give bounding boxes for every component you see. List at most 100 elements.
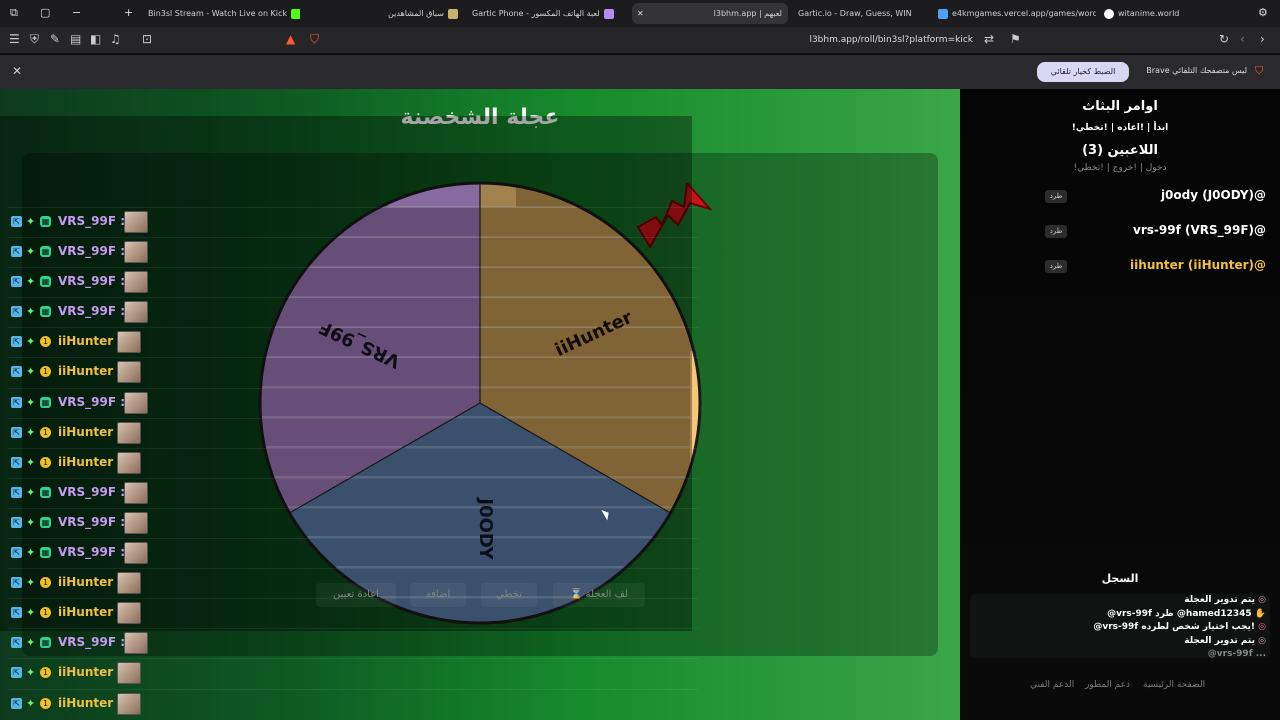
chat-row: ⇱ ✦ ▦ VRS_99F :	[8, 237, 698, 267]
moderator-badge-icon: ⇱	[11, 216, 22, 227]
reader-icon[interactable]: ▤	[70, 32, 81, 46]
gift-badge-icon: 1	[40, 366, 51, 378]
log-box[interactable]: يتم تدوير العجلة ◎ @vrs-99f طرد @hamed12…	[970, 594, 1270, 658]
log-entry: @vrs-99f يجب اختيار شخص لطرده! ◎	[1093, 622, 1266, 632]
moderator-badge-icon: ⇱	[11, 637, 22, 649]
infobar-message: Brave ليس متصفحك التلقائي	[1146, 66, 1247, 75]
e4km-favicon-icon	[938, 8, 948, 19]
tab-label: l3bhm.app | لعبهم	[713, 9, 782, 18]
brave-shield-icon[interactable]: ⛉	[310, 32, 319, 47]
sparkle-badge-icon: ✦	[26, 636, 36, 650]
log-entry: يتم تدوير العجلة ◎	[1184, 635, 1266, 646]
commands-list: !ابدأ | !اعاده | !تخطي	[1071, 123, 1169, 133]
sparkle-badge-icon: ✦	[26, 275, 36, 289]
forward-icon[interactable]: ›	[1260, 32, 1265, 46]
avatar	[124, 632, 148, 655]
sparkle-badge-icon: ✦	[26, 395, 36, 409]
chat-username: iiHunter :	[58, 364, 123, 379]
tab-restore-icon[interactable]: ▢	[40, 6, 50, 20]
home-link[interactable]: الصفحة الرئيسية	[1143, 680, 1205, 690]
kick-player-button[interactable]: طرد	[1045, 190, 1067, 203]
hamburger-menu-icon[interactable]: ☰	[9, 32, 20, 46]
player-row: طرد vrs-99f (VRS_99F)@	[1040, 221, 1266, 241]
sparkle-badge-icon: ✦	[26, 455, 36, 469]
browser-menu-icon[interactable]: ⚙	[1258, 6, 1268, 20]
gift-badge-icon: 1	[40, 577, 51, 589]
tab-manager-icon[interactable]: ⧉	[10, 6, 18, 20]
sparkle-badge-icon: ✦	[26, 606, 36, 620]
reload-icon[interactable]: ↻	[1219, 32, 1229, 46]
avatar	[124, 241, 148, 264]
sparkle-badge-icon: ✦	[26, 335, 36, 349]
tab-witanime[interactable]: witanime.world	[1092, 3, 1192, 24]
sub-badge-icon: ▦	[40, 516, 51, 528]
minimize-icon[interactable]: −	[72, 6, 81, 20]
chat-username: VRS_99F :	[58, 244, 126, 259]
moderator-badge-icon: ⇱	[11, 697, 22, 709]
moderator-badge-icon: ⇱	[11, 607, 22, 619]
reset-button[interactable]: اعادة تعيين	[316, 583, 396, 607]
tab-viewers-race[interactable]: سباق المشاهدين	[380, 3, 460, 24]
tab-e4kmgames[interactable]: e4kmgames.vercel.app/games/word	[926, 3, 1096, 24]
chat-username: VRS_99F :	[58, 514, 126, 529]
chat-username: VRS_99F :	[58, 394, 126, 409]
tab-l3bhm-active[interactable]: ✕ l3bhm.app | لعبهم	[632, 3, 788, 24]
kick-player-button[interactable]: طرد	[1045, 260, 1067, 273]
moderator-badge-icon: ⇱	[11, 246, 22, 258]
sparkle-badge-icon: ✦	[26, 696, 36, 710]
avatar	[124, 301, 148, 324]
tech-support-link[interactable]: الدعم الفني	[1030, 680, 1074, 690]
skip-button[interactable]: تخطي	[481, 583, 537, 607]
add-button[interactable]: اضافه	[410, 583, 466, 607]
close-tab-icon[interactable]: ✕	[637, 3, 644, 24]
rewards-icon[interactable]: ▲	[286, 32, 295, 46]
support-developer-link[interactable]: دعم المطور	[1085, 680, 1130, 690]
sidebar-icon[interactable]: ◧	[90, 32, 101, 46]
back-icon[interactable]: ‹	[1240, 32, 1245, 46]
tab-gartic-phone[interactable]: Gartic Phone - لعبة الهاتف المكسور	[464, 3, 628, 24]
moderator-badge-icon: ⇱	[11, 486, 22, 498]
address-toolbar: ☰ ⛨ ✎ ▤ ◧ ♫ ⊡ ▲ ⛉ l3bhm.app/roll/bin3sl?…	[0, 27, 1280, 54]
close-infobar-icon[interactable]: ✕	[12, 64, 22, 78]
url-field[interactable]: l3bhm.app/roll/bin3sl?platform=kick	[330, 30, 1003, 51]
sparkle-badge-icon: ✦	[26, 245, 36, 259]
bookmark-icon[interactable]: ⚑	[1010, 32, 1021, 46]
spin-wheel-button[interactable]: ⌛ لف العجلة	[553, 583, 645, 607]
moderator-badge-icon: ⇱	[11, 667, 22, 679]
set-default-button[interactable]: الضبط كخيار تلقائي	[1037, 62, 1129, 82]
chat-username: iiHunter :	[58, 575, 123, 590]
avatar	[117, 451, 141, 474]
wheel-icon: ◎	[1258, 595, 1266, 605]
kick-player-button[interactable]: طرد	[1045, 225, 1067, 238]
sparkle-badge-icon: ✦	[26, 425, 36, 439]
chat-username: VRS_99F :	[58, 635, 126, 650]
sub-badge-icon: ▦	[40, 486, 51, 498]
new-tab-icon[interactable]: +	[124, 6, 133, 20]
gift-badge-icon: 1	[40, 426, 51, 438]
tab-gartic-io[interactable]: Gartic.io - Draw, Guess, WIN	[790, 3, 920, 24]
moderator-badge-icon: ⇱	[11, 336, 22, 348]
sparkle-badge-icon: ✦	[26, 576, 36, 590]
chat-row: ⇱ ✦ 1 iiHunter :	[8, 447, 698, 478]
share-link-icon[interactable]: ⇄	[984, 32, 994, 46]
gift-badge-icon: 1	[40, 607, 51, 619]
avatar	[117, 572, 141, 595]
avatar	[124, 511, 148, 534]
log-entry: يتم تدوير العجلة ◎	[1184, 595, 1266, 605]
moderator-badge-icon: ⇱	[11, 276, 22, 288]
tab-kick[interactable]: Bin3sl Stream - Watch Live on Kick	[140, 3, 300, 24]
sparkle-badge-icon: ✦	[26, 485, 36, 499]
chat-row: ⇱ ✦ 1 iiHunter :	[8, 327, 698, 357]
pen-icon[interactable]: ✎	[50, 32, 60, 46]
avatar	[124, 211, 148, 233]
chat-feed: ⇱ ✦ ▦ VRS_99F : ⇱ ✦ ▦ VRS_99F : ⇱ ✦ ▦ VRS_99F : ⇱ ✦ ▦ V…	[8, 207, 698, 719]
avatar	[117, 421, 141, 444]
music-icon[interactable]: ♫	[110, 32, 121, 46]
avatar	[124, 481, 148, 504]
sparkle-badge-icon: ✦	[26, 666, 36, 680]
kick-favicon-icon	[291, 8, 300, 19]
moderator-badge-icon: ⇱	[11, 306, 22, 318]
screenshot-icon[interactable]: ⊡	[142, 32, 152, 46]
shield-icon[interactable]: ⛨	[30, 32, 39, 47]
player-row: طرد j0ody (J0ODY)@	[1040, 186, 1266, 206]
